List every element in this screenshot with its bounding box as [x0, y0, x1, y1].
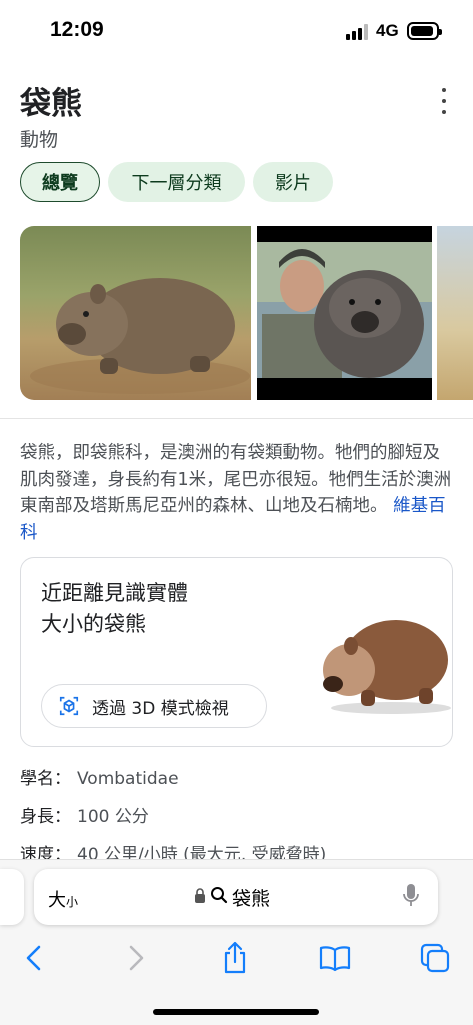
lock-icon [195, 888, 205, 903]
clock: 12:09 [50, 18, 104, 41]
back-button[interactable] [12, 936, 56, 980]
wombat-photo-1[interactable] [20, 226, 251, 400]
page-settings-button[interactable]: 大小 [48, 886, 78, 912]
address-text: 袋熊 [232, 888, 271, 910]
page-subtitle: 動物 [20, 129, 59, 151]
description: 袋熊，即袋熊科，是澳洲的有袋類動物。牠們的腳短及肌肉發達，身長約有1米，尾巴亦很… [20, 440, 454, 546]
book-icon [319, 946, 351, 972]
browser-toolbar [0, 936, 473, 980]
share-icon [224, 941, 246, 974]
page-title: 袋熊 [20, 86, 82, 122]
chevron-right-icon [129, 945, 144, 971]
tab-overview[interactable]: 總覽 [20, 162, 100, 202]
fact-length: 身長： 100 公分 [20, 807, 149, 827]
tab-subcategory[interactable]: 下一層分類 [108, 162, 245, 202]
search-icon [211, 887, 228, 904]
section-divider [0, 418, 473, 419]
chevron-left-icon [26, 945, 41, 971]
microphone-icon[interactable] [402, 883, 420, 909]
share-button[interactable] [213, 936, 257, 980]
view-3d-card[interactable]: 近距離見識實體 大小的袋熊 透過 3D 模式檢視 [20, 557, 453, 747]
wombat-photo-3[interactable] [437, 226, 473, 400]
view-in-3d-label: 透過 3D 模式檢視 [92, 698, 229, 719]
address-bar[interactable]: 大小 袋熊 [34, 869, 438, 925]
description-text: 袋熊，即袋熊科，是澳洲的有袋類動物。牠們的腳短及肌肉發達，身長約有1米，尾巴亦很… [20, 443, 452, 516]
image-gallery [20, 226, 473, 400]
3d-cube-icon [59, 696, 79, 716]
tab-videos[interactable]: 影片 [253, 162, 333, 202]
home-indicator [153, 1009, 319, 1015]
bookmarks-button[interactable] [313, 936, 357, 980]
cellular-signal-icon [346, 24, 368, 40]
forward-button[interactable] [114, 936, 158, 980]
network-type: 4G [376, 21, 399, 40]
view-in-3d-button[interactable]: 透過 3D 模式檢視 [41, 684, 267, 728]
wombat-photo-2[interactable] [257, 226, 432, 400]
wombat-3d-image [323, 620, 451, 714]
tabs-icon [420, 943, 450, 973]
fact-scientific-name: 學名： Vombatidae [20, 769, 179, 789]
tab-chips: 總覽 下一層分類 影片 [20, 162, 333, 202]
battery-icon [407, 22, 442, 40]
browser-chrome: 大小 袋熊 [0, 859, 473, 1025]
card-title: 近距離見識實體 大小的袋熊 [41, 581, 188, 636]
tabs-button[interactable] [413, 936, 457, 980]
previous-tab-edge[interactable] [0, 869, 24, 925]
more-options-icon[interactable] [436, 88, 452, 114]
status-bar: 12:09 4G [0, 0, 473, 62]
